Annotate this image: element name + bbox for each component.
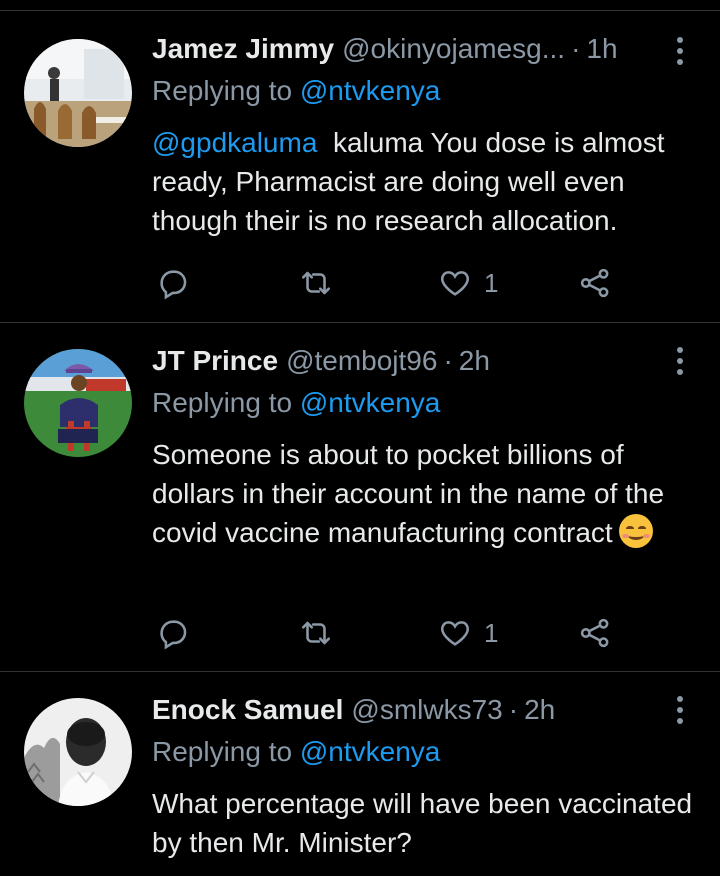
reply-button[interactable] [156, 613, 190, 653]
replying-to: Replying to @ntvkenya [152, 387, 440, 419]
separator-dot: · [571, 33, 581, 64]
replying-to-label: Replying to [152, 736, 300, 767]
tweet-header: Enock Samuel @smlwks73 · 2h [152, 690, 650, 730]
reply-icon [156, 616, 190, 650]
author-name[interactable]: Enock Samuel [152, 694, 343, 726]
reply-button[interactable] [156, 263, 190, 303]
like-count: 1 [484, 267, 499, 298]
replying-to-mention[interactable]: @ntvkenya [300, 387, 441, 418]
smiling-face-emoji [618, 514, 653, 548]
tweet-header: Jamez Jimmy @okinyojamesg... · 1h [152, 29, 650, 69]
avatar[interactable] [24, 349, 132, 457]
heart-icon [438, 266, 472, 300]
tweet[interactable]: Jamez Jimmy @okinyojamesg... · 1h Replyi… [0, 11, 720, 323]
like-button[interactable]: 1 [438, 263, 498, 303]
tweet-text: What percentage will have been vaccinate… [152, 784, 712, 862]
separator-dot: · [508, 694, 519, 725]
author-handle[interactable]: @tembojt96 [286, 345, 437, 377]
action-bar: 1 [152, 263, 632, 303]
retweet-icon [298, 616, 334, 650]
separator-dot: · [443, 345, 453, 376]
tweet-text-body: Someone is about to pocket billions of d… [152, 439, 665, 548]
mention-link[interactable]: @gpdkaluma [152, 127, 317, 158]
timestamp[interactable]: 2h [459, 345, 490, 377]
replying-to-mention[interactable]: @ntvkenya [300, 736, 441, 767]
replying-to-label: Replying to [152, 387, 300, 418]
heart-icon [438, 616, 472, 650]
share-button[interactable] [578, 263, 612, 303]
more-options-icon[interactable] [668, 33, 692, 69]
retweet-icon [298, 266, 334, 300]
avatar[interactable] [24, 698, 132, 806]
tweet[interactable]: JT Prince @tembojt96 · 2h Replying to @n… [0, 323, 720, 672]
retweet-button[interactable] [298, 613, 334, 653]
timestamp[interactable]: 2h [524, 694, 555, 726]
replying-to-mention[interactable]: @ntvkenya [300, 75, 441, 106]
timestamp[interactable]: 1h [586, 33, 617, 65]
action-bar: 1 [152, 613, 632, 653]
author-name[interactable]: JT Prince [152, 345, 278, 377]
replying-to-label: Replying to [152, 75, 300, 106]
share-icon [578, 266, 612, 300]
author-name[interactable]: Jamez Jimmy [152, 33, 334, 65]
like-count: 1 [484, 617, 499, 648]
retweet-button[interactable] [298, 263, 334, 303]
tweet[interactable]: Enock Samuel @smlwks73 · 2h Replying to … [0, 672, 720, 876]
author-handle[interactable]: @smlwks73 [351, 694, 502, 726]
tweet-text-body: What percentage will have been vaccinate… [152, 788, 693, 858]
more-options-icon[interactable] [668, 343, 692, 379]
tweet-header: JT Prince @tembojt96 · 2h [152, 341, 650, 381]
replying-to: Replying to @ntvkenya [152, 736, 440, 768]
share-button[interactable] [578, 613, 612, 653]
reply-icon [156, 266, 190, 300]
like-button[interactable]: 1 [438, 613, 498, 653]
tweet-text: Someone is about to pocket billions of d… [152, 435, 712, 552]
replying-to: Replying to @ntvkenya [152, 75, 440, 107]
share-icon [578, 616, 612, 650]
more-options-icon[interactable] [668, 692, 692, 728]
avatar[interactable] [24, 39, 132, 147]
author-handle[interactable]: @okinyojamesg... [342, 33, 565, 65]
tweet-text: @gpdkaluma kaluma You dose is almost rea… [152, 123, 712, 240]
